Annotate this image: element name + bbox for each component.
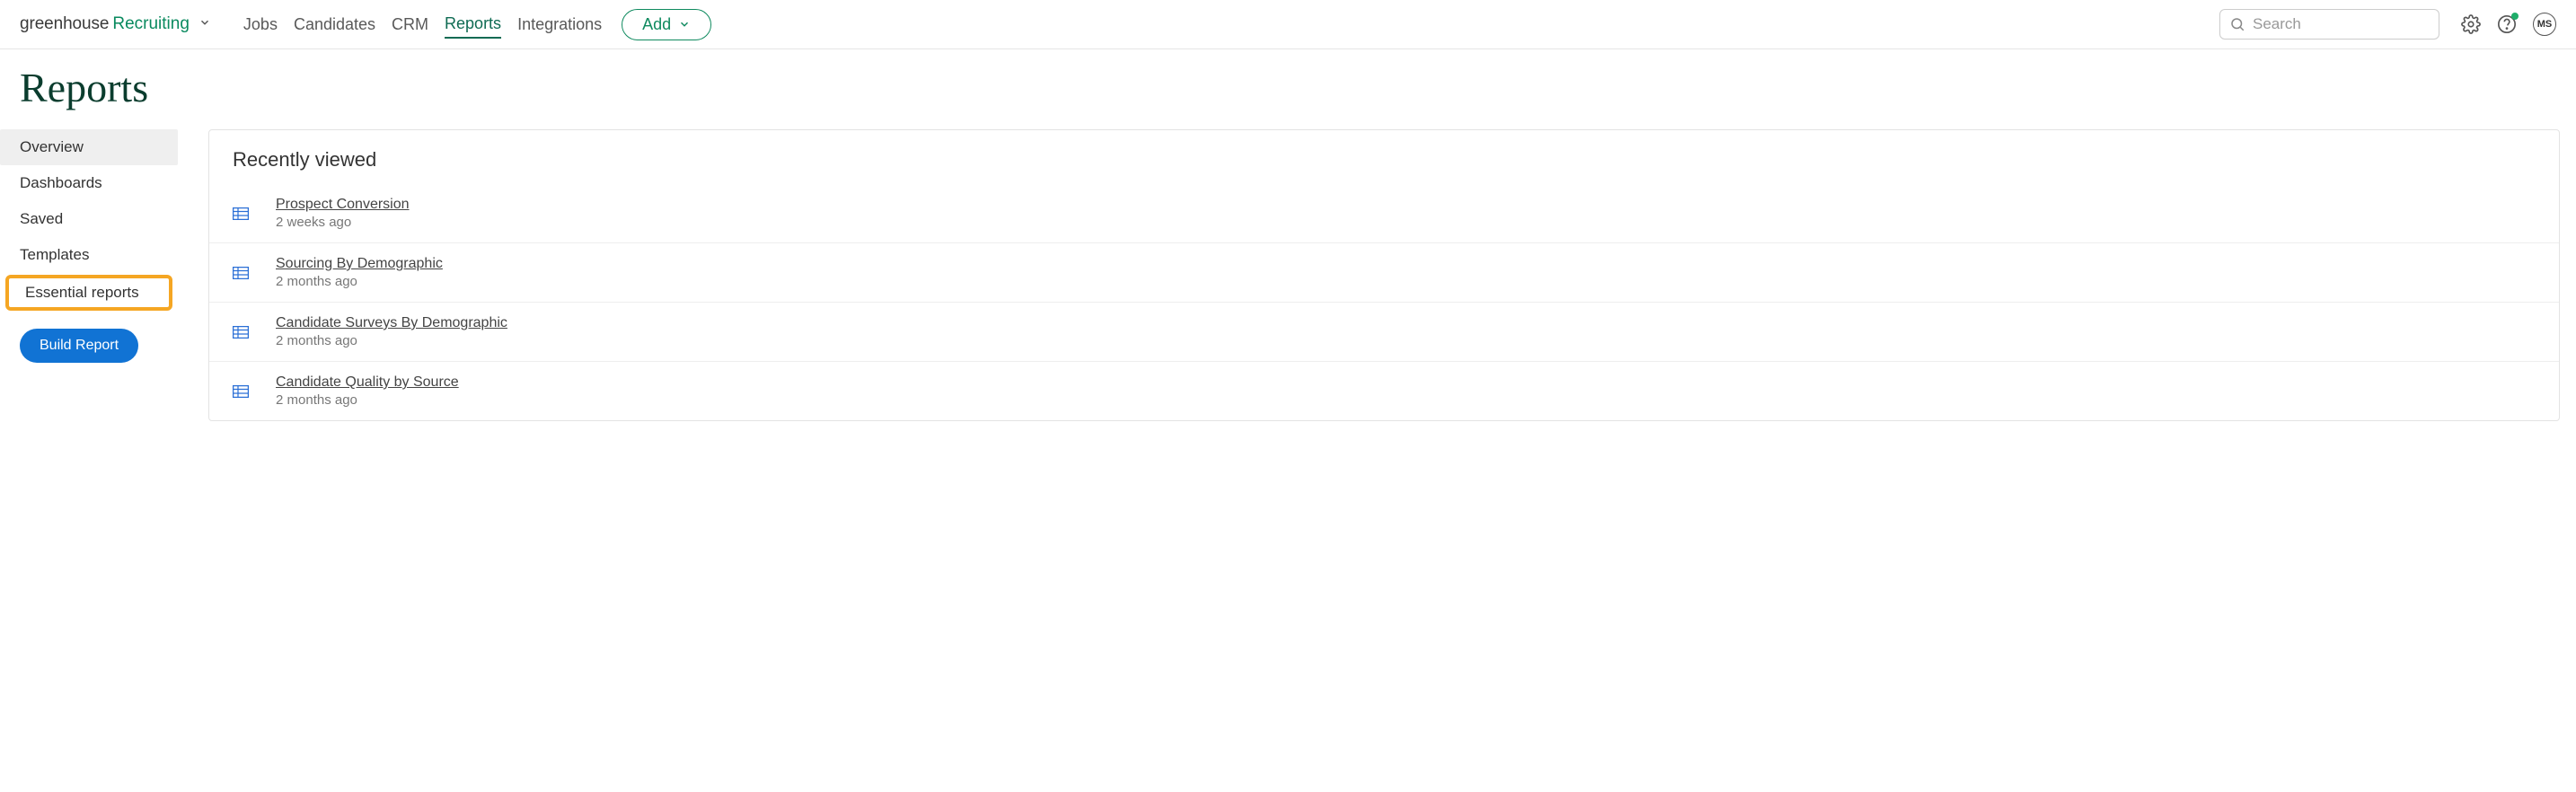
table-icon bbox=[233, 326, 249, 339]
chevron-down-icon[interactable] bbox=[198, 16, 211, 29]
notification-dot bbox=[2511, 13, 2519, 20]
report-time: 2 weeks ago bbox=[276, 215, 410, 230]
reports-list: Prospect Conversion 2 weeks ago Sourcing B… bbox=[209, 184, 2559, 420]
add-button[interactable]: Add bbox=[622, 9, 711, 40]
top-nav: greenhouse Recruiting Jobs Candidates CR… bbox=[0, 0, 2576, 49]
report-row[interactable]: Prospect Conversion 2 weeks ago bbox=[209, 184, 2559, 242]
add-button-label: Add bbox=[642, 15, 671, 34]
search-input[interactable] bbox=[2253, 15, 2430, 33]
table-icon bbox=[233, 207, 249, 220]
top-icons: MS bbox=[2461, 13, 2556, 36]
sidebar: Overview Dashboards Saved Templates Esse… bbox=[0, 129, 178, 421]
report-row[interactable]: Candidate Quality by Source2 months ago bbox=[209, 361, 2559, 420]
sidebar-item-overview[interactable]: Overview bbox=[0, 129, 178, 165]
page-layout: Overview Dashboards Saved Templates Esse… bbox=[0, 119, 2576, 421]
nav-item-jobs[interactable]: Jobs bbox=[243, 12, 278, 38]
page-title: Reports bbox=[20, 64, 2556, 111]
report-text: Prospect Conversion 2 weeks ago bbox=[276, 197, 410, 230]
search-input-wrap[interactable] bbox=[2219, 9, 2439, 40]
avatar[interactable]: MS bbox=[2533, 13, 2556, 36]
table-icon bbox=[233, 267, 249, 279]
avatar-initials: MS bbox=[2537, 19, 2553, 30]
search-icon bbox=[2229, 16, 2245, 32]
report-row[interactable]: Sourcing By Demographic 2 months ago bbox=[209, 242, 2559, 302]
main-panel: Recently viewed Prospect Conversion 2 wee… bbox=[208, 129, 2560, 421]
brand-main: greenhouse bbox=[20, 14, 109, 34]
report-text: Candidate Surveys By Demographic 2 months… bbox=[276, 315, 507, 348]
report-title[interactable]: Candidate Surveys By Demographic bbox=[276, 315, 507, 331]
report-row[interactable]: Candidate Surveys By Demographic 2 months… bbox=[209, 302, 2559, 361]
nav-item-integrations[interactable]: Integrations bbox=[517, 12, 602, 38]
nav-item-candidates[interactable]: Candidates bbox=[294, 12, 375, 38]
gear-icon[interactable] bbox=[2461, 14, 2481, 34]
report-title[interactable]: Candidate Quality by Source bbox=[276, 374, 459, 391]
page-title-wrap: Reports bbox=[0, 49, 2576, 119]
report-title[interactable]: Prospect Conversion bbox=[276, 197, 410, 213]
sidebar-item-templates[interactable]: Templates bbox=[0, 237, 178, 273]
brand-sub: Recruiting bbox=[112, 14, 190, 34]
sidebar-item-essential-reports[interactable]: Essential reports bbox=[5, 275, 172, 311]
report-text: Candidate Quality by Source2 months ago bbox=[276, 374, 459, 408]
report-time: 2 months ago bbox=[276, 274, 443, 289]
nav-item-crm[interactable]: CRM bbox=[392, 12, 428, 38]
nav-items: Jobs Candidates CRM Reports Integrations bbox=[243, 11, 602, 39]
report-time: 2 months ago bbox=[276, 392, 459, 408]
nav-item-reports[interactable]: Reports bbox=[445, 11, 501, 39]
help-icon[interactable] bbox=[2497, 14, 2517, 34]
sidebar-item-dashboards[interactable]: Dashboards bbox=[0, 165, 178, 201]
sidebar-item-saved[interactable]: Saved bbox=[0, 201, 178, 237]
table-icon bbox=[233, 385, 249, 398]
chevron-down-icon bbox=[678, 18, 691, 31]
report-text: Sourcing By Demographic 2 months ago bbox=[276, 256, 443, 289]
report-time: 2 months ago bbox=[276, 333, 507, 348]
build-report-button[interactable]: Build Report bbox=[20, 329, 138, 363]
report-title[interactable]: Sourcing By Demographic bbox=[276, 256, 443, 272]
brand[interactable]: greenhouse Recruiting bbox=[20, 14, 211, 34]
recently-viewed-header: Recently viewed bbox=[209, 130, 2559, 184]
